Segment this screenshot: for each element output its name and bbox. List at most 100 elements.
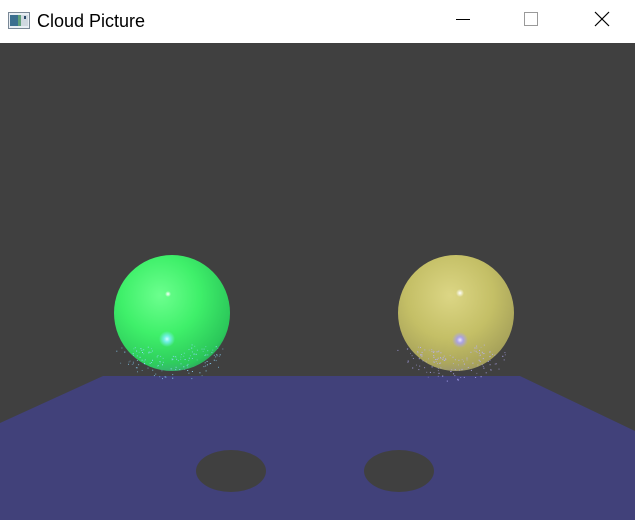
particle [148, 351, 150, 353]
particle [461, 368, 463, 370]
particle [210, 363, 212, 364]
particle [215, 360, 217, 362]
particle [162, 361, 164, 363]
particle [132, 354, 134, 356]
particle [132, 361, 134, 363]
particle [445, 359, 447, 361]
particle [446, 380, 448, 382]
particle [151, 362, 152, 363]
particle [191, 344, 193, 346]
particle [205, 365, 207, 367]
close-button[interactable] [579, 0, 625, 43]
particle [183, 352, 185, 354]
particle [213, 359, 215, 361]
particle [492, 353, 493, 355]
particle [187, 363, 189, 365]
particle [457, 378, 459, 380]
particle [179, 369, 181, 371]
particle [443, 355, 445, 357]
particle [217, 347, 219, 349]
particle [437, 370, 439, 372]
yellow-sphere-shadow [364, 450, 434, 492]
particle [412, 358, 414, 359]
particle [504, 354, 506, 356]
particle [172, 377, 174, 379]
particle [502, 355, 504, 357]
particle [420, 354, 421, 356]
particle [440, 367, 442, 369]
particle [162, 378, 163, 380]
green-sphere-shadow [196, 450, 266, 492]
render-viewport[interactable] [0, 43, 635, 520]
particle [472, 362, 474, 364]
close-icon [594, 11, 610, 32]
particle [201, 348, 203, 350]
particle [204, 355, 206, 356]
particle [481, 351, 483, 353]
particle [407, 348, 409, 350]
particle [431, 349, 433, 350]
particle [451, 369, 453, 371]
particle [421, 354, 423, 356]
particle [424, 349, 426, 351]
particle [188, 349, 190, 350]
particle [489, 364, 491, 366]
particle [129, 360, 131, 362]
particle [191, 351, 193, 353]
particle [438, 372, 440, 374]
particle [202, 351, 204, 352]
maximize-icon [524, 12, 538, 31]
particle [417, 351, 419, 353]
particle [489, 351, 491, 353]
particle [422, 360, 424, 362]
particle [487, 361, 489, 362]
particle [219, 354, 221, 356]
particle [479, 361, 481, 363]
particle [180, 356, 182, 358]
particle [205, 370, 207, 372]
particle [180, 363, 182, 365]
particle [191, 347, 193, 349]
particle [459, 369, 460, 371]
particle [442, 358, 444, 360]
particle [142, 352, 143, 353]
particle [476, 345, 478, 347]
minimize-button[interactable] [440, 0, 486, 43]
particle [156, 356, 158, 358]
particle [407, 361, 409, 363]
particle [458, 359, 460, 361]
particle [454, 369, 456, 371]
particle [128, 361, 130, 363]
particle [426, 371, 428, 373]
minimize-icon [456, 12, 470, 31]
title-bar[interactable]: Cloud Picture [0, 0, 635, 43]
particle [188, 357, 190, 359]
particle [141, 370, 143, 371]
particle [417, 346, 419, 348]
particle [460, 377, 462, 378]
particle [159, 376, 161, 378]
particle [449, 354, 451, 356]
particle [433, 355, 435, 356]
particle [205, 346, 207, 348]
particle [418, 369, 420, 371]
particle [196, 349, 198, 351]
particle [149, 362, 151, 364]
particle [141, 349, 143, 351]
particle [136, 350, 138, 352]
maximize-button[interactable] [508, 0, 554, 43]
particle [180, 358, 182, 360]
particle [216, 354, 218, 355]
particle [162, 357, 164, 359]
particle [218, 355, 220, 357]
particle [421, 351, 423, 353]
particle [222, 348, 224, 350]
particle [482, 353, 484, 355]
particle [436, 359, 438, 360]
particle [433, 350, 435, 352]
particle [411, 355, 413, 357]
particle [437, 363, 438, 365]
particle [188, 360, 190, 362]
particle [431, 350, 433, 352]
particle [150, 351, 152, 353]
